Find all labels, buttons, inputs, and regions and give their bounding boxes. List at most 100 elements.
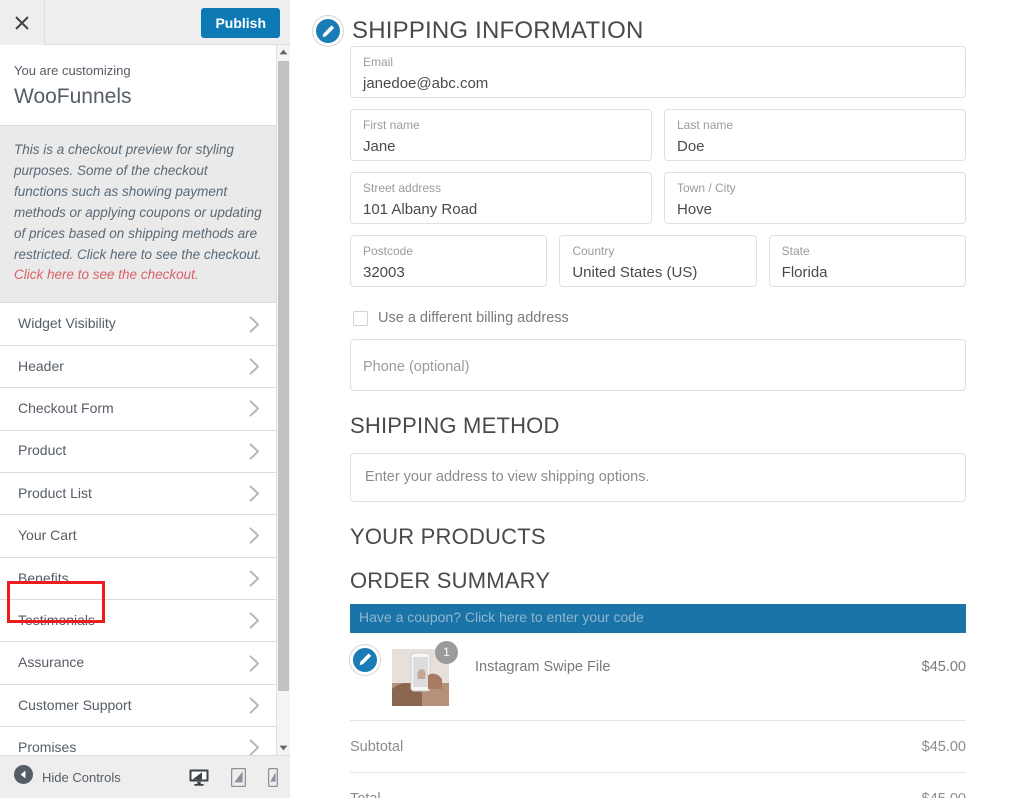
collapse-arrow-icon — [14, 765, 33, 789]
close-icon[interactable] — [0, 0, 45, 45]
town-city-field-label: Town / City — [677, 181, 736, 195]
street-address-field[interactable]: Street address 101 Albany Road — [350, 172, 652, 224]
sidebar-item-label: Your Cart — [18, 527, 77, 544]
your-products-title: YOUR PRODUCTS — [350, 523, 546, 549]
postcode-field-label: Postcode — [363, 244, 414, 258]
email-field-label: Email — [363, 55, 394, 69]
sidebar-item-label: Benefits — [18, 569, 69, 586]
sidebar-item-product[interactable]: Product — [0, 430, 276, 473]
mobile-preview-icon[interactable] — [268, 767, 278, 787]
site-title: WooFunnels — [14, 84, 132, 108]
subtotal-label: Subtotal — [350, 738, 404, 755]
chevron-right-icon — [249, 315, 260, 333]
phone-field[interactable]: Phone (optional) — [350, 339, 966, 392]
scroll-up-arrow-icon[interactable] — [277, 45, 290, 59]
sidebar-item-widget-visibility[interactable]: Widget Visibility — [0, 303, 276, 346]
state-field-label: State — [781, 244, 810, 258]
sidebar-item-label: Testimonials — [18, 611, 96, 628]
chevron-right-icon — [249, 570, 260, 587]
first-name-field-value: Jane — [363, 137, 396, 155]
phone-field-placeholder: Phone (optional) — [363, 359, 470, 376]
scrollbar-thumb[interactable] — [278, 61, 289, 691]
last-name-field[interactable]: Last name Doe — [664, 109, 966, 161]
postcode-field-value: 32003 — [363, 263, 405, 281]
order-item-row: 1 Instagram Swipe File $45.00 — [350, 639, 966, 706]
preview-notice: This is a checkout preview for styling p… — [0, 125, 276, 304]
email-field-value: janedoe@abc.com — [363, 74, 489, 92]
country-field-label: Country — [572, 244, 615, 258]
chevron-right-icon — [249, 527, 260, 545]
product-quantity-badge: 1 — [435, 640, 458, 664]
subtotal-row: Subtotal $45.00 — [350, 719, 966, 772]
sidebar-scrollbar[interactable] — [276, 45, 290, 755]
chevron-right-icon — [249, 655, 260, 672]
chevron-right-icon — [249, 739, 260, 755]
sidebar-item-benefits[interactable]: Benefits — [0, 557, 276, 601]
first-name-field-label: First name — [363, 118, 420, 132]
town-city-field-value: Hove — [677, 200, 713, 218]
billing-address-checkbox-row[interactable]: Use a different billing address — [353, 308, 966, 328]
sidebar-item-label: Product — [18, 442, 67, 459]
last-name-field-label: Last name — [677, 118, 734, 132]
customizer-footer: Hide Controls — [0, 755, 290, 798]
edit-pencil-icon-product[interactable] — [350, 644, 380, 675]
sidebar-item-label: Header — [18, 357, 64, 374]
chevron-right-icon — [249, 697, 260, 714]
country-field[interactable]: Country United States (US) — [559, 235, 757, 287]
coupon-toggle-label: Have a coupon? Click here to enter your … — [359, 609, 644, 626]
street-address-field-label: Street address — [363, 181, 442, 195]
hide-controls-button[interactable]: Hide Controls — [0, 765, 121, 789]
scroll-down-arrow-icon[interactable] — [277, 741, 290, 755]
edit-pencil-icon-shipping[interactable] — [313, 16, 343, 46]
email-field[interactable]: Email janedoe@abc.com — [350, 46, 966, 98]
country-field-value: United States (US) — [572, 263, 698, 281]
total-row: Total $45.00 — [350, 772, 966, 798]
chevron-right-icon — [249, 358, 260, 375]
last-name-field-value: Doe — [677, 137, 705, 155]
customizer-screen: Publish You are customizing WooFunnels T… — [0, 0, 1024, 798]
checkout-form: Email janedoe@abc.com First name Jane La… — [291, 46, 1024, 798]
order-totals: Subtotal $45.00 Total $45.00 — [350, 719, 966, 798]
product-thumbnail-wrap: 1 — [392, 640, 458, 706]
sidebar-item-header[interactable]: Header — [0, 345, 276, 389]
sidebar-item-your-cart[interactable]: Your Cart — [0, 515, 276, 558]
customizer-topbar: Publish — [0, 0, 290, 45]
state-field[interactable]: State Florida — [768, 235, 966, 287]
sidebar-item-label: Checkout Form — [18, 400, 114, 417]
chevron-right-icon — [249, 443, 260, 460]
tablet-preview-icon[interactable] — [231, 767, 246, 787]
publish-button[interactable]: Publish — [201, 8, 280, 39]
order-summary-title: ORDER SUMMARY — [350, 567, 551, 593]
billing-address-checkbox[interactable] — [353, 310, 368, 326]
product-name: Instagram Swipe File — [475, 658, 611, 675]
region-row: Postcode 32003 Country United States (US… — [350, 235, 966, 298]
sidebar-item-label: Widget Visibility — [18, 315, 116, 332]
shipping-information-header: SHIPPING INFORMATION — [291, 0, 1024, 46]
sidebar-item-product-list[interactable]: Product List — [0, 472, 276, 516]
sidebar-item-label: Promises — [18, 739, 77, 755]
chevron-right-icon — [249, 400, 260, 417]
sidebar-item-label: Product List — [18, 484, 92, 501]
sidebar-item-customer-support[interactable]: Customer Support — [0, 684, 276, 728]
customizer-header-block: You are customizing WooFunnels — [0, 45, 276, 126]
customizer-sidebar: Publish You are customizing WooFunnels T… — [0, 0, 290, 798]
coupon-toggle[interactable]: Have a coupon? Click here to enter your … — [350, 604, 966, 633]
chevron-right-icon — [249, 485, 260, 502]
address-row: Street address 101 Albany Road Town / Ci… — [350, 172, 966, 235]
device-preview-group — [189, 767, 278, 787]
sidebar-item-promises[interactable]: Promises — [0, 727, 276, 755]
preview-notice-text: This is a checkout preview for styling p… — [14, 141, 262, 262]
see-checkout-link[interactable]: Click here to see the checkout. — [14, 267, 199, 282]
sidebar-item-checkout-form[interactable]: Checkout Form — [0, 388, 276, 431]
checkout-preview: SHIPPING INFORMATION Email janedoe@abc.c… — [291, 0, 1024, 798]
postcode-field[interactable]: Postcode 32003 — [350, 235, 548, 287]
chevron-right-icon — [249, 612, 260, 629]
customizer-section-list: Widget Visibility Header Checkout Form Prod… — [0, 303, 276, 755]
desktop-preview-icon[interactable] — [189, 769, 209, 786]
sidebar-item-testimonials[interactable]: Testimonials — [0, 600, 276, 643]
sidebar-item-assurance[interactable]: Assurance — [0, 642, 276, 685]
street-address-field-value: 101 Albany Road — [363, 200, 478, 218]
town-city-field[interactable]: Town / City Hove — [664, 172, 966, 224]
first-name-field[interactable]: First name Jane — [350, 109, 652, 161]
sidebar-item-label: Assurance — [18, 654, 85, 671]
